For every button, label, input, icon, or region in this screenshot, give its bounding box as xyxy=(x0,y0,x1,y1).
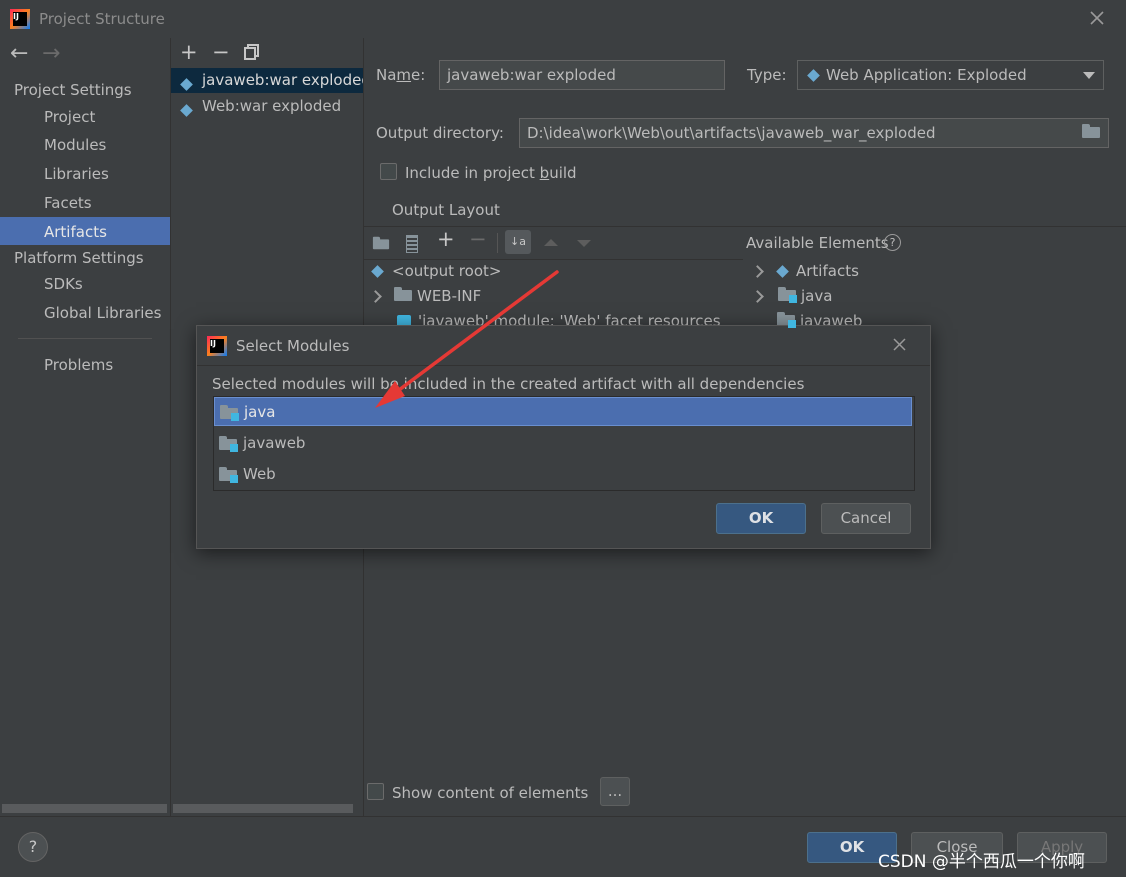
module-list-item-selected[interactable]: java xyxy=(214,397,912,426)
artifact-item-selected[interactable]: javaweb:war exploded xyxy=(171,68,363,93)
available-artifacts-label: Artifacts xyxy=(796,262,859,280)
available-elements-label: Available Elements xyxy=(746,234,889,252)
web-inf-label: WEB-INF xyxy=(417,287,482,305)
show-content-checkbox[interactable] xyxy=(367,783,384,800)
module-label: java xyxy=(244,403,276,421)
module-list-item[interactable]: javaweb xyxy=(214,428,912,458)
expand-chevron-icon xyxy=(751,265,764,278)
remove-artifact-button[interactable]: − xyxy=(212,40,230,64)
artifact-item-label: javaweb:war exploded xyxy=(202,71,363,89)
artifacts-icon xyxy=(776,265,789,278)
nav-item-artifacts[interactable]: Artifacts xyxy=(0,217,170,245)
intellij-logo-icon: IJ xyxy=(10,9,30,29)
platform-settings-header: Platform Settings xyxy=(14,249,144,267)
module-folder-icon xyxy=(778,287,797,303)
web-application-icon xyxy=(807,69,820,82)
expand-chevron-icon xyxy=(369,290,382,303)
nav-item-modules[interactable]: Modules xyxy=(44,136,106,154)
nav-item-artifacts-label: Artifacts xyxy=(44,223,107,241)
module-folder-icon xyxy=(219,436,238,452)
output-root-label: <output root> xyxy=(392,262,502,280)
nav-item-sdks[interactable]: SDKs xyxy=(44,275,83,293)
name-input[interactable]: javaweb:war exploded xyxy=(439,60,725,90)
module-folder-icon xyxy=(777,312,796,328)
available-tree-row[interactable]: java xyxy=(751,287,833,305)
artifact-item-label: Web:war exploded xyxy=(202,97,342,115)
remove-element-icon[interactable]: − xyxy=(469,227,487,251)
dialog-ok-button[interactable]: OK xyxy=(716,503,806,534)
module-folder-icon xyxy=(220,405,239,421)
browse-folder-icon[interactable] xyxy=(1082,124,1100,142)
show-content-options-button[interactable]: ... xyxy=(600,777,630,806)
nav-item-libraries[interactable]: Libraries xyxy=(44,165,109,183)
module-label: Web xyxy=(243,465,276,483)
help-button[interactable]: ? xyxy=(18,832,48,862)
available-java-label: java xyxy=(801,287,833,305)
include-in-build-checkbox[interactable] xyxy=(380,163,397,180)
new-directory-icon[interactable] xyxy=(372,236,390,254)
dialog-description: Selected modules will be included in the… xyxy=(212,375,805,393)
expand-chevron-icon xyxy=(751,290,764,303)
module-list: java javaweb Web xyxy=(213,396,915,491)
window-title: Project Structure xyxy=(39,10,165,28)
add-artifact-button[interactable]: + xyxy=(180,40,198,64)
include-in-build-label: Include in project build xyxy=(405,164,577,182)
window-close-icon[interactable] xyxy=(1086,7,1108,29)
nav-item-global-libraries[interactable]: Global Libraries xyxy=(44,304,161,322)
output-root-icon xyxy=(371,265,384,278)
web-artifact-icon xyxy=(180,101,193,119)
move-down-icon[interactable] xyxy=(577,240,591,247)
show-content-label: Show content of elements xyxy=(392,784,589,802)
module-folder-icon xyxy=(219,467,238,483)
project-settings-header: Project Settings xyxy=(14,81,132,99)
layout-toolbar-divider xyxy=(363,259,743,260)
folder-icon xyxy=(394,287,412,301)
copy-icon[interactable] xyxy=(244,44,260,60)
dialog-title: Select Modules xyxy=(236,337,350,355)
module-label: javaweb xyxy=(243,434,306,452)
layout-tree-row[interactable]: <output root> xyxy=(371,262,502,280)
move-up-icon[interactable] xyxy=(544,239,558,246)
name-label: Name: xyxy=(376,66,426,84)
artifact-list-scrollbar[interactable] xyxy=(173,804,353,813)
forward-arrow-icon[interactable]: → xyxy=(42,41,60,66)
toolbar-separator xyxy=(497,233,498,253)
output-layout-title: Output Layout xyxy=(392,201,500,219)
output-directory-input[interactable]: D:\idea\work\Web\out\artifacts\javaweb_w… xyxy=(519,118,1109,148)
type-label: Type: xyxy=(747,66,787,84)
select-modules-dialog: IJ Select Modules Selected modules will … xyxy=(196,325,931,549)
add-element-icon[interactable]: + xyxy=(437,227,455,251)
type-select[interactable]: Web Application: Exploded xyxy=(797,60,1104,90)
intellij-logo-icon: IJ xyxy=(207,336,227,356)
create-archive-icon[interactable] xyxy=(406,235,418,253)
nav-item-problems[interactable]: Problems xyxy=(44,356,113,374)
help-circle-icon[interactable]: ? xyxy=(884,234,901,251)
sort-elements-icon[interactable]: ↓a xyxy=(505,230,531,254)
dialog-title-divider xyxy=(197,365,930,366)
layout-tree-row[interactable]: WEB-INF xyxy=(369,287,482,305)
dialog-close-icon[interactable] xyxy=(890,335,910,355)
chevron-down-icon xyxy=(1083,72,1095,79)
footer-bar: ? OK Close Apply CSDN @半个西瓜一个你啊 xyxy=(0,816,1126,877)
settings-sidebar: ← → Project Settings Project Modules Lib… xyxy=(0,38,170,816)
layout-toolbar: + − ↓a xyxy=(363,227,743,259)
web-artifact-icon xyxy=(180,75,193,93)
title-bar: IJ Project Structure xyxy=(0,0,1126,38)
nav-item-facets[interactable]: Facets xyxy=(44,194,92,212)
module-list-item[interactable]: Web xyxy=(214,459,912,489)
sidebar-scrollbar[interactable] xyxy=(2,804,167,813)
back-arrow-icon[interactable]: ← xyxy=(10,41,28,66)
artifact-item[interactable]: Web:war exploded xyxy=(171,94,363,119)
output-directory-label: Output directory: xyxy=(376,124,504,142)
dialog-cancel-button[interactable]: Cancel xyxy=(821,503,911,534)
type-select-value: Web Application: Exploded xyxy=(826,66,1027,84)
csdn-watermark: CSDN @半个西瓜一个你啊 xyxy=(878,852,1085,872)
nav-item-project[interactable]: Project xyxy=(44,108,95,126)
nav-divider xyxy=(18,338,152,339)
available-tree-row[interactable]: Artifacts xyxy=(751,262,859,280)
